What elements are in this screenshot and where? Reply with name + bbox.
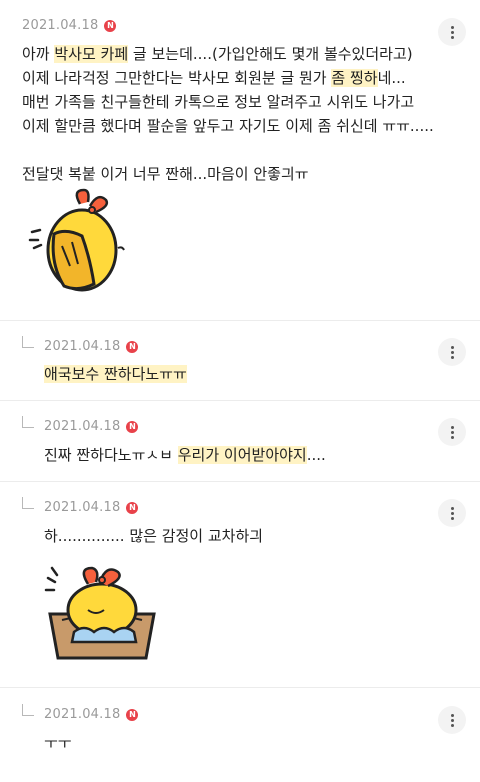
more-options-button[interactable] xyxy=(438,418,466,446)
divider xyxy=(0,481,480,482)
divider xyxy=(0,320,480,321)
comment-line: 아까 박사모 카페 글 보는데....(가입안해도 몇개 볼수있더라고) xyxy=(22,42,434,66)
comment-text: 아까 xyxy=(22,45,55,63)
highlighted-text: 좀 찡하 xyxy=(331,69,378,87)
more-options-button[interactable] xyxy=(438,706,466,734)
reply-arrow-icon xyxy=(22,416,34,428)
comment-date: 2021.04.18 xyxy=(44,339,121,354)
comment-body: 하.............. 많은 감정이 교차하긔 xyxy=(44,524,263,548)
comment-line: 진짜 짠하다노ㅠㅅㅂ 우리가 이어받아야지.... xyxy=(44,443,326,467)
comment-line: 애국보수 짠하다노ㅠㅠ xyxy=(44,362,187,386)
highlighted-text: 우리가 이어받아야지 xyxy=(177,446,307,464)
comment-date: 2021.04.18 xyxy=(22,18,99,33)
comment-date: 2021.04.18 xyxy=(44,707,121,722)
comment-body: 아까 박사모 카페 글 보는데....(가입안해도 몇개 볼수있더라고) 이제 나… xyxy=(22,42,434,186)
comment-text: 매번 가족들 친구들한테 카톡으로 정보 알려주고 시위도 나가고 xyxy=(22,93,415,111)
chick-bathing-sticker xyxy=(44,566,156,660)
comment-line xyxy=(22,138,434,162)
new-badge-icon: N xyxy=(126,340,139,353)
more-options-button[interactable] xyxy=(438,499,466,527)
divider xyxy=(0,687,480,688)
comment-line: ㅜㅜ xyxy=(44,731,72,755)
comment-text: 이제 나라걱정 그만한다는 박사모 회원분 글 뭔가 xyxy=(22,69,332,87)
more-options-button[interactable] xyxy=(438,18,466,46)
new-badge-icon: N xyxy=(104,19,117,32)
divider xyxy=(0,400,480,401)
chick-crying-sticker xyxy=(28,188,125,292)
comment-text: 네... xyxy=(377,69,406,87)
comment-meta: 2021.04.18 N xyxy=(44,500,139,515)
highlighted-text: 박사모 카페 xyxy=(54,45,129,63)
comment-text: ㅜㅜ xyxy=(44,734,72,752)
comment-line: 매번 가족들 친구들한테 카톡으로 정보 알려주고 시위도 나가고 xyxy=(22,90,434,114)
reply-arrow-icon xyxy=(22,497,34,509)
new-badge-icon: N xyxy=(126,708,139,721)
comment-line: 이제 나라걱정 그만한다는 박사모 회원분 글 뭔가 좀 찡하네... xyxy=(22,66,434,90)
comment-meta: 2021.04.18 N xyxy=(44,419,139,434)
new-badge-icon: N xyxy=(126,420,139,433)
comment-line: 이제 할만큼 했다며 팔순을 앞두고 자기도 이제 좀 쉬신데 ㅠㅠ..... xyxy=(22,114,434,138)
reply-arrow-icon xyxy=(22,336,34,348)
comment-body: 애국보수 짠하다노ㅠㅠ xyxy=(44,362,187,386)
comment-text: 전달댓 복붙 이거 너무 짠해...마음이 안좋긔ㅠ xyxy=(22,165,309,183)
comment-meta: 2021.04.18 N xyxy=(44,339,139,354)
comment-date: 2021.04.18 xyxy=(44,419,121,434)
more-options-button[interactable] xyxy=(438,338,466,366)
comment-body: 진짜 짠하다노ㅠㅅㅂ 우리가 이어받아야지.... xyxy=(44,443,326,467)
comment-line: 전달댓 복붙 이거 너무 짠해...마음이 안좋긔ㅠ xyxy=(22,162,434,186)
highlighted-text: 애국보수 짠하다노ㅠㅠ xyxy=(44,365,187,383)
comment-text: 진짜 짠하다노ㅠㅅㅂ xyxy=(44,446,178,464)
comment-line: 하.............. 많은 감정이 교차하긔 xyxy=(44,524,263,548)
comment-text: 글 보는데....(가입안해도 몇개 볼수있더라고) xyxy=(128,45,413,63)
new-badge-icon: N xyxy=(126,501,139,514)
reply-arrow-icon xyxy=(22,704,34,716)
comment-meta: 2021.04.18 N xyxy=(44,707,139,722)
comment-body: ㅜㅜ xyxy=(44,731,72,755)
comment-text: 하.............. 많은 감정이 교차하긔 xyxy=(44,527,264,545)
comment-text: .... xyxy=(306,446,326,464)
comment-date: 2021.04.18 xyxy=(44,500,121,515)
comment-meta: 2021.04.18 N xyxy=(22,18,117,33)
comment-text: 이제 할만큼 했다며 팔순을 앞두고 자기도 이제 좀 쉬신데 ㅠㅠ..... xyxy=(22,117,434,135)
